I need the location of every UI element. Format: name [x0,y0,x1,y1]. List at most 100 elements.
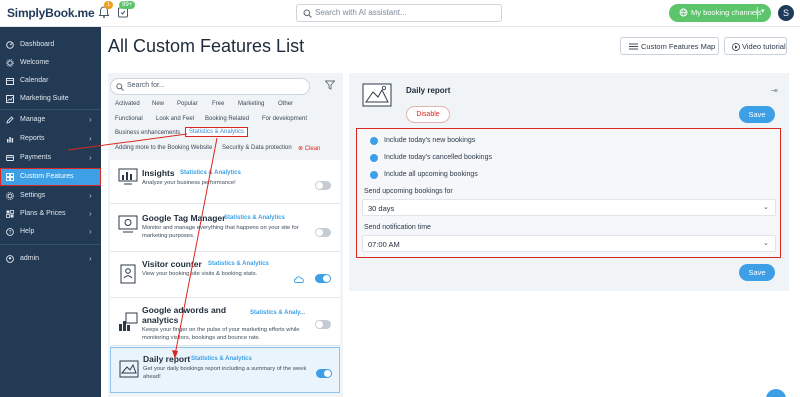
checkbox-cancelled-bookings[interactable] [370,154,378,162]
feature-category: Statistics & Analytics [180,170,241,176]
tag-business-enhancements[interactable]: Business enhancements [115,130,180,136]
tag-functional[interactable]: Functional [115,116,143,122]
select-value: 30 days [368,204,395,213]
sidebar-item-custom-features[interactable]: Custom Features [0,168,101,186]
cloud-icon[interactable] [293,274,305,284]
chevron-right-icon: › [89,254,92,263]
sidebar-item-label: Reports [20,135,45,142]
list-icon [629,43,638,50]
feature-toggle[interactable] [315,320,331,329]
booking-channels-button[interactable]: My booking channels ▾ [669,4,771,22]
sidebar-item-reports[interactable]: Reports › [0,130,101,148]
sidebar-item-plans-prices[interactable]: Plans & Prices › [0,205,101,223]
feature-title: Daily report [143,354,191,364]
features-icon [6,173,14,181]
tag-activated[interactable]: Activated [115,101,140,107]
tag-free[interactable]: Free [212,101,224,107]
tag-security-data-protection[interactable]: Security & Data protection [222,145,292,151]
bar-chart-icon [6,135,14,143]
feature-description: Keeps your finger on the pulse of your m… [142,327,300,341]
page-title: All Custom Features List [108,36,305,56]
help-chat-button[interactable] [766,389,786,397]
sidebar-item-dashboard[interactable]: Dashboard [0,36,101,54]
feature-title: Google Tag Manager [142,213,226,223]
sidebar-item-label: Welcome [20,59,50,66]
sidebar-item-marketing-suite[interactable]: Marketing Suite [0,90,101,108]
chevron-right-icon: › [89,227,92,236]
tag-marketing[interactable]: Marketing [238,101,264,107]
feature-description: Get your daily bookings report including… [143,366,307,380]
feature-toggle[interactable] [315,274,331,283]
video-tutorial-button[interactable]: Video tutorial [724,37,787,55]
feature-toggle[interactable] [316,369,332,378]
tag-new[interactable]: New [152,101,164,107]
custom-features-map-label: Custom Features Map [641,42,716,51]
filter-icon[interactable] [325,80,335,90]
daily-report-illustration-icon [119,360,139,378]
svg-text:?: ? [9,230,12,236]
play-icon [732,43,740,51]
feature-category: Statistics & Analytics [208,261,269,267]
feature-description: Analyze your business performance! [142,180,236,186]
plans-icon [6,210,14,218]
avatar[interactable]: S [778,5,794,21]
sidebar-item-admin[interactable]: admin › [0,250,101,268]
feature-category: Statistics & Analytics [191,356,252,362]
sidebar-item-label: admin [20,255,40,262]
sidebar-item-label: Manage [20,116,46,123]
chevron-right-icon: › [89,191,92,200]
checkbox-label: Include today's new bookings [384,137,476,144]
calendar-icon [6,77,14,85]
clear-filters-button[interactable]: ⊗ Clean [298,145,320,152]
help-icon: ? [6,228,14,236]
checkbox-label: Include all upcoming bookings [384,171,478,178]
feature-card-google-tag-manager[interactable]: Google Tag Manager Statistics & Analytic… [110,204,340,252]
tag-other[interactable]: Other [278,101,293,107]
upcoming-bookings-label: Send upcoming bookings for [364,188,453,195]
sidebar-item-label: Settings [20,192,46,199]
custom-features-map-button[interactable]: Custom Features Map [620,37,719,55]
tag-adding-more-booking-website[interactable]: Adding more to the Booking Website [115,145,212,151]
feature-category: Statistics & Analy... [250,310,306,316]
feature-card-daily-report[interactable]: Daily report Statistics & Analytics Get … [110,347,340,393]
sidebar-item-payments[interactable]: Payments › [0,149,101,167]
save-button-top[interactable]: Save [739,106,775,123]
feature-card-visitor-counter[interactable]: Visitor counter Statistics & Analytics V… [110,252,340,298]
feature-toggle[interactable] [315,181,331,190]
feature-search-placeholder: Search for... [127,82,165,89]
checkbox-new-bookings[interactable] [370,137,378,145]
tag-look-and-feel[interactable]: Look and Feel [156,116,194,122]
sidebar-item-calendar[interactable]: Calendar [0,72,101,90]
sidebar: Dashboard Welcome Calendar Marketing Sui… [0,27,101,397]
feature-card-google-adwords-analytics[interactable]: Google adwords and analytics Statistics … [110,298,340,346]
feature-search-input[interactable]: Search for... [110,78,310,95]
select-value: 07:00 AM [368,240,400,249]
sidebar-item-welcome[interactable]: Welcome [0,54,101,72]
save-button-bottom[interactable]: Save [739,264,775,281]
sidebar-item-manage[interactable]: Manage › [0,111,101,129]
sidebar-item-help[interactable]: ? Help › [0,223,101,241]
sidebar-item-settings[interactable]: Settings › [0,187,101,205]
checkbox-upcoming-bookings[interactable] [370,171,378,179]
feature-toggle[interactable] [315,228,331,237]
collapse-icon[interactable]: ⇥ [771,86,778,95]
tag-booking-related[interactable]: Booking Related [205,116,249,122]
sidebar-item-label: Payments [20,154,52,161]
tag-statistics-analytics[interactable]: Statistics & Analytics [185,127,249,137]
tasks-badge: 99+ [119,1,136,9]
feature-description: Monitor and manage everything that happe… [142,225,299,239]
ai-search-input[interactable]: Search with AI assistant... [296,4,502,22]
upcoming-bookings-select[interactable]: 30 days ⌄ [362,199,776,216]
chart-icon [6,95,14,103]
disable-button[interactable]: Disable [406,106,450,123]
feature-card-insights[interactable]: Insights Statistics & Analytics Analyze … [110,160,340,204]
video-tutorial-label: Video tutorial [742,42,786,51]
chevron-down-icon[interactable]: ▾ [761,7,765,15]
search-placeholder: Search with AI assistant... [315,8,407,17]
notification-time-select[interactable]: 07:00 AM ⌄ [362,235,776,252]
tag-for-development[interactable]: For development [262,116,307,122]
checkbox-label: Include today's cancelled bookings [384,154,492,161]
app-logo[interactable]: SimplyBook.me [7,6,95,20]
tag-popular[interactable]: Popular [177,101,198,107]
insights-illustration-icon [118,168,138,185]
